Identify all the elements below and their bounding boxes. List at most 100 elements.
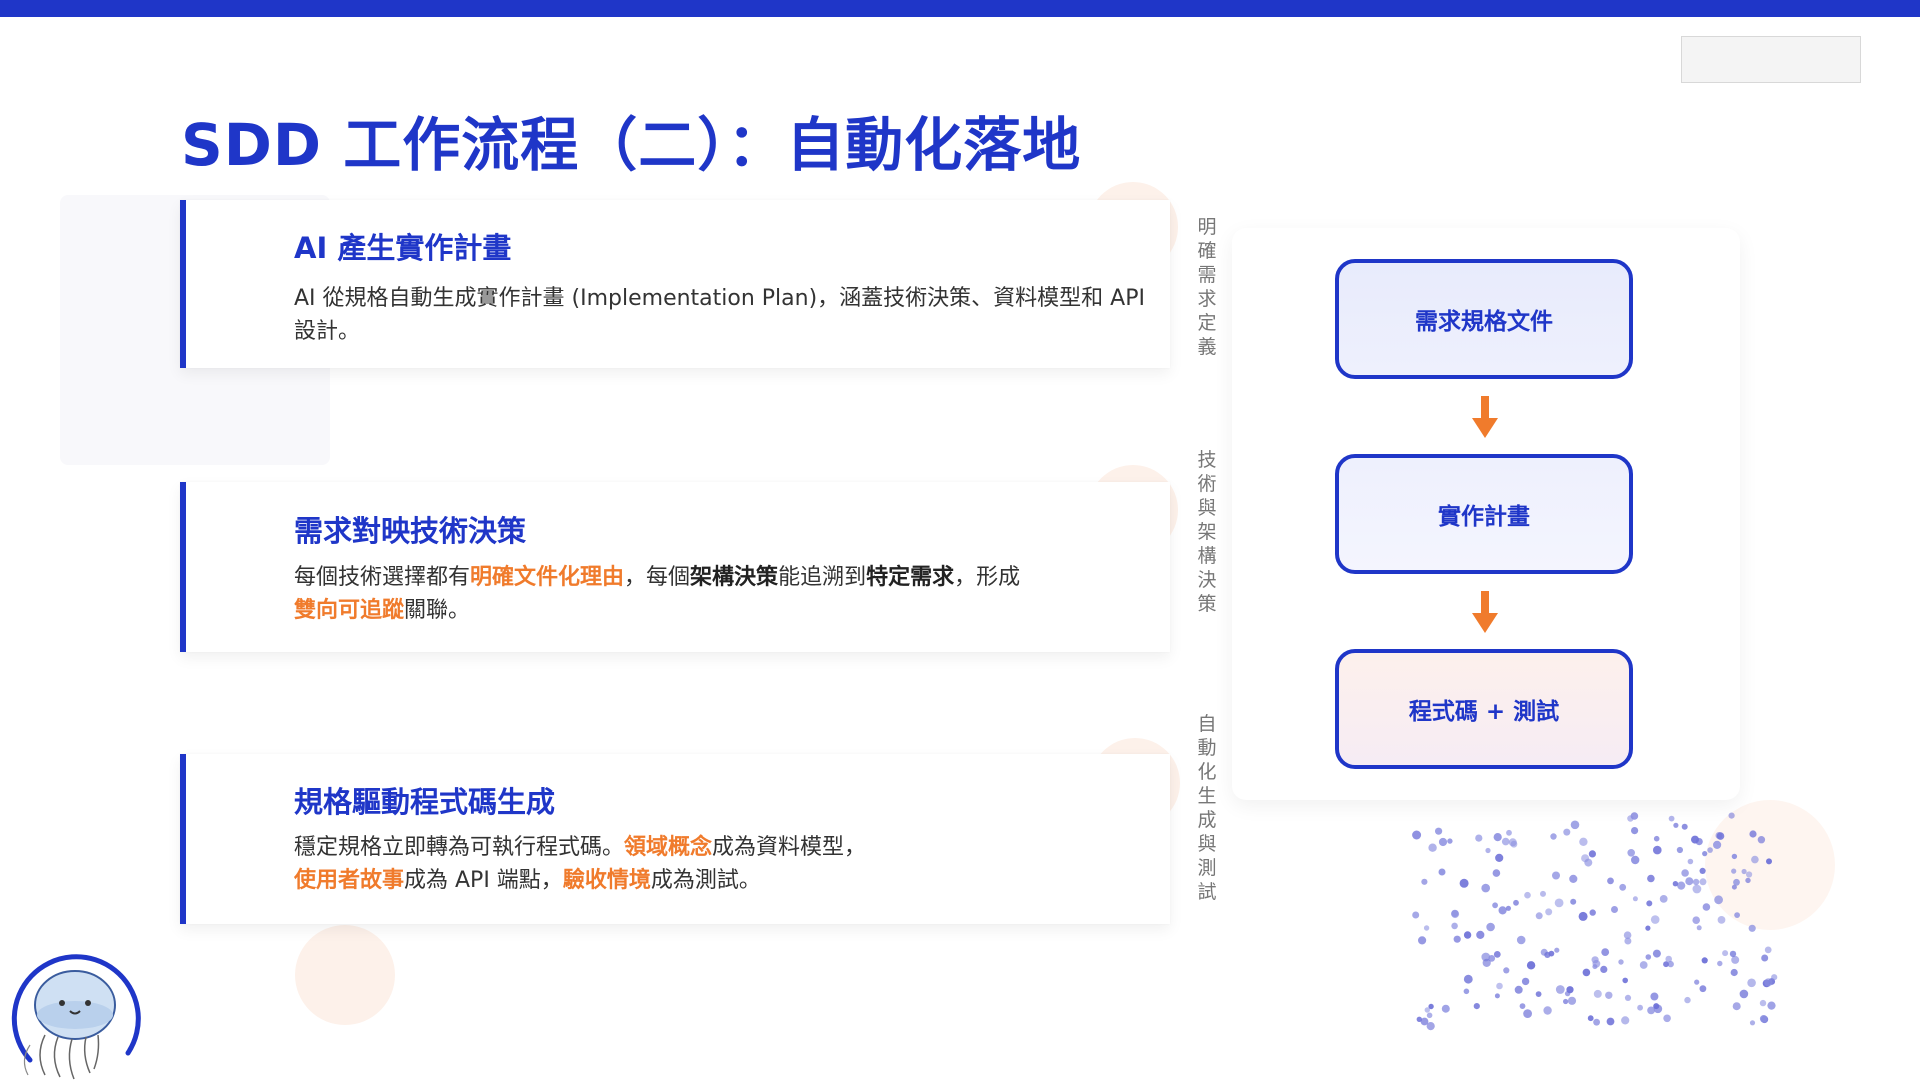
decor-dot — [1749, 830, 1757, 838]
side-label-char: 化 — [1197, 761, 1217, 783]
decor-dot — [1516, 935, 1526, 945]
decor-dot — [1582, 968, 1591, 977]
decor-dot — [1684, 996, 1691, 1004]
decor-dot — [1728, 812, 1735, 819]
card-heading: 規格驅動程式碼生成 — [294, 785, 556, 819]
decor-dot — [1624, 937, 1632, 945]
decor-dot — [1668, 815, 1675, 822]
decor-dot — [1730, 968, 1738, 977]
card-heading: AI 產生實作計畫 — [294, 231, 512, 265]
card-heading: 需求對映技術決策 — [294, 514, 527, 548]
side-label-char: 決 — [1197, 569, 1217, 591]
decor-circle — [295, 925, 395, 1025]
decor-dot — [1645, 954, 1652, 960]
decor-dot — [1514, 985, 1523, 994]
side-label-char: 明 — [1197, 216, 1217, 238]
decor-dot — [1463, 974, 1473, 984]
side-label-char: 架 — [1197, 521, 1217, 543]
decor-dot — [1621, 1016, 1630, 1025]
decor-dot — [1426, 1012, 1433, 1019]
decor-dot — [1677, 881, 1686, 890]
decor-dot — [1526, 961, 1536, 970]
decor-dot — [1459, 878, 1469, 888]
decor-dot — [1453, 935, 1461, 943]
decor-dot — [1650, 992, 1659, 1001]
highlight-text: 雙向可追蹤 — [294, 598, 405, 623]
side-label-char: 定 — [1197, 312, 1217, 334]
decor-dot — [1741, 868, 1747, 875]
decor-dot — [1650, 915, 1660, 924]
decor-dot — [1493, 833, 1502, 842]
decor-dot — [1523, 1009, 1532, 1018]
side-label-char: 術 — [1197, 473, 1217, 495]
info-card-code-generation: 規格驅動程式碼生成 穩定規格立即轉為可執行程式碼。領域概念成為資料模型， 使用者故… — [180, 754, 1170, 924]
decor-dot — [1438, 868, 1446, 876]
card-body: AI 從規格自動生成實作計畫 (Implementation Plan)，涵蓋技… — [294, 286, 1145, 344]
decor-dot — [1691, 835, 1699, 844]
decor-dot — [1759, 1015, 1768, 1023]
flow-step-requirements: 需求規格文件 — [1335, 259, 1633, 379]
decor-dot — [1681, 823, 1688, 830]
decor-dot — [1476, 930, 1485, 939]
decor-dot — [1631, 827, 1639, 835]
decor-dot — [1578, 911, 1588, 921]
decor-dot — [1447, 838, 1453, 844]
side-label-char: 求 — [1197, 288, 1217, 310]
decor-dot — [1563, 828, 1571, 836]
decor-dot — [1481, 883, 1490, 893]
decor-dot — [1624, 994, 1632, 1001]
bold-text: 特定需求 — [866, 565, 955, 590]
arrow-down-icon — [1472, 591, 1498, 633]
decor-dot — [1570, 820, 1580, 830]
decor-dot — [1672, 881, 1679, 887]
decor-dot — [1734, 912, 1740, 918]
flow-step-plan: 實作計畫 — [1335, 454, 1633, 574]
decor-dot — [1676, 846, 1683, 854]
decor-dot — [1493, 951, 1501, 958]
decor-dot — [1591, 956, 1599, 964]
decor-dot — [1510, 840, 1518, 848]
decor-dot — [1639, 961, 1648, 969]
decor-dot — [1759, 999, 1767, 1007]
decor-dot — [1739, 989, 1749, 999]
decor-dot — [1492, 902, 1498, 909]
decor-dot — [1581, 854, 1590, 863]
decor-dot — [1519, 1003, 1526, 1009]
decor-dot — [1702, 903, 1711, 911]
decor-dot — [1746, 871, 1753, 878]
decor-dot — [1567, 996, 1577, 1005]
decor-dot — [1420, 1017, 1429, 1026]
decor-dot — [1550, 833, 1557, 840]
decor-dot — [1645, 925, 1651, 931]
side-label-char: 動 — [1197, 737, 1217, 759]
body-text: 成為 API 端點， — [404, 868, 563, 893]
decor-dot — [1475, 834, 1483, 842]
corner-placeholder-box — [1681, 36, 1861, 83]
body-text: 成為測試。 — [650, 868, 761, 893]
decor-dot — [1622, 977, 1628, 984]
decor-dot — [1631, 855, 1640, 865]
decor-dot — [1659, 895, 1668, 903]
decor-dot — [1764, 946, 1772, 954]
info-card-implementation-plan: AI 產生實作計畫 AI 從規格自動生成實作計畫 (Implementation… — [180, 200, 1170, 368]
decor-dot — [1563, 998, 1569, 1005]
decor-dot — [1418, 936, 1427, 945]
decor-dot — [1606, 1017, 1615, 1026]
decor-dot — [1543, 1006, 1552, 1015]
decor-dot — [1663, 1014, 1671, 1023]
decor-dot — [1673, 822, 1679, 828]
decor-dot — [1535, 912, 1543, 920]
info-card-traceability: 需求對映技術決策 每個技術選擇都有明確文件化理由，每個架構決策能追溯到特定需求，… — [180, 482, 1170, 652]
decor-dot — [1692, 884, 1702, 894]
decor-dot — [1764, 978, 1773, 987]
decor-dot — [1717, 916, 1726, 924]
decor-dot — [1424, 1007, 1430, 1013]
decor-dot — [1699, 878, 1707, 886]
decor-dot — [1540, 890, 1546, 897]
decor-dot — [1619, 883, 1627, 891]
jellyfish-mascot-logo — [11, 954, 141, 1080]
side-label-char: 與 — [1197, 497, 1217, 519]
decor-dot — [1521, 977, 1530, 986]
decor-dot — [1745, 877, 1751, 884]
flow-step-code-tests: 程式碼 + 測試 — [1335, 649, 1633, 769]
